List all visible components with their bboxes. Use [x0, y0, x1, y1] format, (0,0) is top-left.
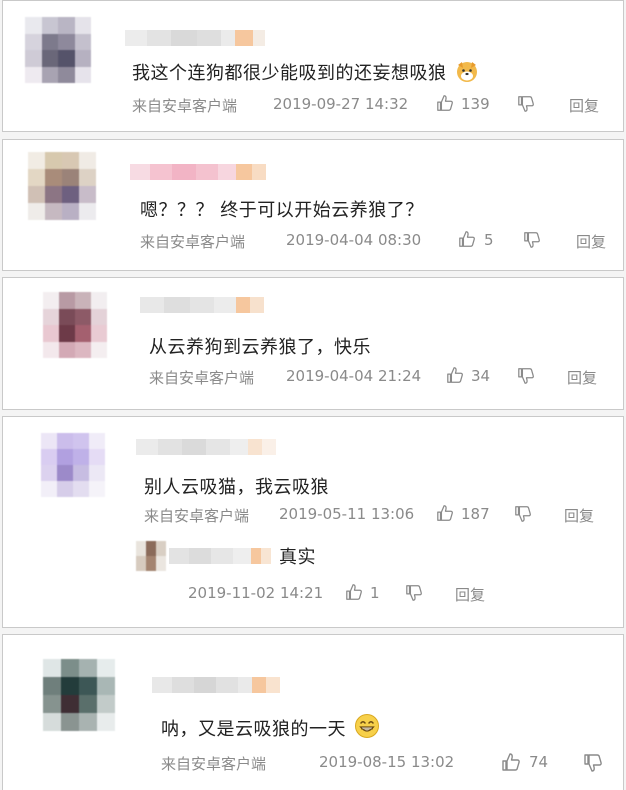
client-source: 来自安卓客户端 — [132, 97, 238, 115]
thumbs-down-icon[interactable] — [514, 505, 532, 523]
reply-button[interactable]: 回复 — [564, 505, 594, 526]
username-blurred[interactable] — [136, 439, 276, 455]
reply-username-blurred[interactable] — [169, 548, 271, 564]
thumbs-down-icon[interactable] — [405, 584, 423, 602]
dog-face-icon — [456, 62, 477, 82]
client-source: 来自安卓客户端 — [144, 507, 250, 525]
comment-time: 2019-08-15 13:02 — [319, 753, 455, 771]
like-count[interactable]: 74 — [529, 753, 548, 771]
comment-text: 嗯？？？ 终于可以开始云养狼了？ — [140, 200, 424, 221]
comment-time: 2019-05-11 13:06 — [279, 505, 415, 523]
client-source: 来自安卓客户端 — [140, 233, 246, 251]
avatar[interactable] — [41, 433, 105, 497]
comment-text: 别人云吸猫，我云吸狼 — [144, 477, 329, 498]
client-source: 来自安卓客户端 — [161, 755, 267, 773]
thumbs-down-icon[interactable] — [517, 95, 535, 113]
thumbs-up-icon[interactable] — [458, 230, 476, 248]
comment-text: 我这个连狗都很少能吸到的还妄想吸狼 — [132, 59, 479, 85]
comment-card: 嗯？？？ 终于可以开始云养狼了？ 来自安卓客户端 2019-04-04 08:3… — [2, 139, 624, 271]
comment-text: 呐，又是云吸狼的一天 — [161, 713, 380, 741]
reply-text: 真实 — [279, 547, 316, 568]
username-blurred[interactable] — [152, 677, 280, 693]
reply-button[interactable]: 回复 — [567, 367, 597, 388]
client-source: 来自安卓客户端 — [149, 369, 255, 387]
comment-card: 从云养狗到云养狼了，快乐 来自安卓客户端 2019-04-04 21:24 34… — [2, 277, 624, 410]
thumbs-down-icon[interactable] — [523, 231, 541, 249]
thumbs-up-icon[interactable] — [501, 752, 521, 772]
thumbs-up-icon[interactable] — [436, 94, 454, 112]
reply-like-count[interactable]: 1 — [370, 584, 380, 602]
like-count[interactable]: 5 — [484, 231, 494, 249]
like-count[interactable]: 187 — [461, 505, 490, 523]
reply-time: 2019-11-02 14:21 — [188, 584, 324, 602]
comment-card: 别人云吸猫，我云吸狼 来自安卓客户端 2019-05-11 13:06 187 … — [2, 416, 624, 628]
like-count[interactable]: 139 — [461, 95, 490, 113]
like-count[interactable]: 34 — [471, 367, 490, 385]
reply-button[interactable]: 回复 — [569, 95, 599, 116]
username-blurred[interactable] — [125, 30, 265, 46]
avatar[interactable] — [43, 659, 115, 731]
avatar[interactable] — [28, 152, 96, 220]
username-blurred[interactable] — [130, 164, 266, 180]
thumbs-up-icon[interactable] — [446, 366, 464, 384]
username-blurred[interactable] — [140, 297, 264, 313]
reply-reply-button[interactable]: 回复 — [455, 584, 485, 605]
comment-text: 从云养狗到云养狼了，快乐 — [149, 337, 371, 358]
grinning-face-icon — [355, 714, 380, 738]
thumbs-up-icon[interactable] — [345, 583, 363, 601]
comment-card: 我这个连狗都很少能吸到的还妄想吸狼 来自安卓客户端 2019-09-27 14:… — [2, 0, 624, 132]
reply-button[interactable]: 回复 — [576, 231, 606, 252]
comment-time: 2019-04-04 08:30 — [286, 231, 422, 249]
comment-card: 呐，又是云吸狼的一天 来自安卓客户端 2019-08-15 13:02 74 — [2, 634, 624, 790]
thumbs-down-icon[interactable] — [517, 367, 535, 385]
reply-avatar[interactable] — [136, 541, 166, 571]
comment-time: 2019-04-04 21:24 — [286, 367, 422, 385]
comment-time: 2019-09-27 14:32 — [273, 95, 409, 113]
avatar[interactable] — [25, 17, 91, 83]
thumbs-up-icon[interactable] — [436, 504, 454, 522]
avatar[interactable] — [43, 292, 107, 358]
thumbs-down-icon[interactable] — [583, 753, 603, 773]
